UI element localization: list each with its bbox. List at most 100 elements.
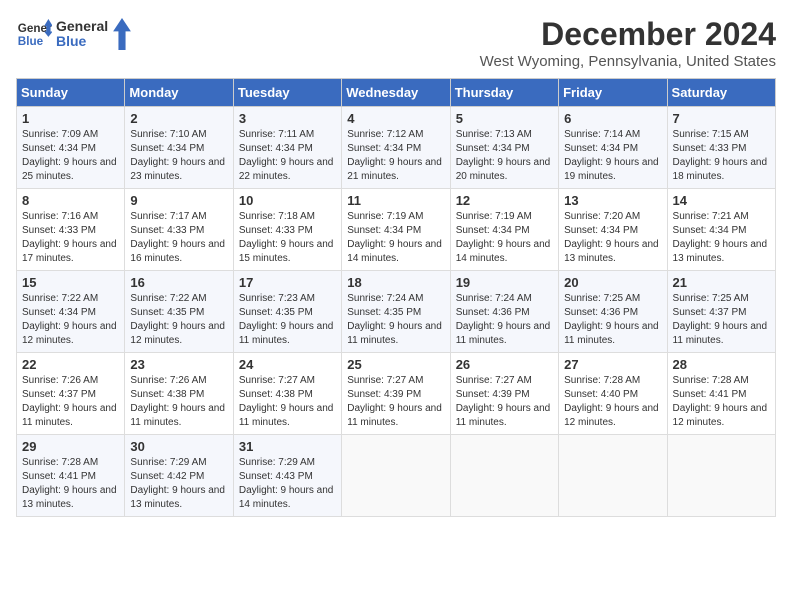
day-number: 26 — [456, 357, 553, 372]
day-cell: 22 Sunrise: 7:26 AM Sunset: 4:37 PM Dayl… — [17, 353, 125, 435]
day-cell: 24 Sunrise: 7:27 AM Sunset: 4:38 PM Dayl… — [233, 353, 341, 435]
day-cell: 27 Sunrise: 7:28 AM Sunset: 4:40 PM Dayl… — [559, 353, 667, 435]
day-content: Sunrise: 7:27 AM Sunset: 4:39 PM Dayligh… — [456, 374, 553, 430]
day-number: 16 — [130, 275, 227, 290]
day-content: Sunrise: 7:16 AM Sunset: 4:33 PM Dayligh… — [22, 210, 119, 266]
day-content: Sunrise: 7:09 AM Sunset: 4:34 PM Dayligh… — [22, 128, 119, 184]
day-number: 17 — [239, 275, 336, 290]
day-content: Sunrise: 7:23 AM Sunset: 4:35 PM Dayligh… — [239, 292, 336, 348]
day-cell: 15 Sunrise: 7:22 AM Sunset: 4:34 PM Dayl… — [17, 271, 125, 353]
day-number: 29 — [22, 439, 119, 454]
day-number: 11 — [347, 193, 444, 208]
day-number: 5 — [456, 111, 553, 126]
day-cell: 31 Sunrise: 7:29 AM Sunset: 4:43 PM Dayl… — [233, 435, 341, 517]
day-number: 22 — [22, 357, 119, 372]
week-row-2: 8 Sunrise: 7:16 AM Sunset: 4:33 PM Dayli… — [17, 189, 776, 271]
day-content: Sunrise: 7:20 AM Sunset: 4:34 PM Dayligh… — [564, 210, 661, 266]
column-header-friday: Friday — [559, 79, 667, 107]
day-cell: 18 Sunrise: 7:24 AM Sunset: 4:35 PM Dayl… — [342, 271, 450, 353]
column-header-sunday: Sunday — [17, 79, 125, 107]
day-cell — [559, 435, 667, 517]
day-cell: 21 Sunrise: 7:25 AM Sunset: 4:37 PM Dayl… — [667, 271, 775, 353]
week-row-4: 22 Sunrise: 7:26 AM Sunset: 4:37 PM Dayl… — [17, 353, 776, 435]
day-content: Sunrise: 7:29 AM Sunset: 4:43 PM Dayligh… — [239, 456, 336, 512]
day-cell: 25 Sunrise: 7:27 AM Sunset: 4:39 PM Dayl… — [342, 353, 450, 435]
logo-general: General — [56, 19, 108, 34]
day-content: Sunrise: 7:19 AM Sunset: 4:34 PM Dayligh… — [347, 210, 444, 266]
day-content: Sunrise: 7:14 AM Sunset: 4:34 PM Dayligh… — [564, 128, 661, 184]
day-cell: 20 Sunrise: 7:25 AM Sunset: 4:36 PM Dayl… — [559, 271, 667, 353]
day-content: Sunrise: 7:28 AM Sunset: 4:41 PM Dayligh… — [22, 456, 119, 512]
day-cell — [342, 435, 450, 517]
day-content: Sunrise: 7:29 AM Sunset: 4:42 PM Dayligh… — [130, 456, 227, 512]
day-content: Sunrise: 7:25 AM Sunset: 4:37 PM Dayligh… — [673, 292, 770, 348]
day-content: Sunrise: 7:22 AM Sunset: 4:35 PM Dayligh… — [130, 292, 227, 348]
day-number: 3 — [239, 111, 336, 126]
column-header-thursday: Thursday — [450, 79, 558, 107]
day-number: 13 — [564, 193, 661, 208]
day-cell: 12 Sunrise: 7:19 AM Sunset: 4:34 PM Dayl… — [450, 189, 558, 271]
day-content: Sunrise: 7:22 AM Sunset: 4:34 PM Dayligh… — [22, 292, 119, 348]
day-cell: 3 Sunrise: 7:11 AM Sunset: 4:34 PM Dayli… — [233, 107, 341, 189]
logo-icon: General Blue — [16, 16, 52, 52]
day-cell: 19 Sunrise: 7:24 AM Sunset: 4:36 PM Dayl… — [450, 271, 558, 353]
day-number: 15 — [22, 275, 119, 290]
day-cell: 5 Sunrise: 7:13 AM Sunset: 4:34 PM Dayli… — [450, 107, 558, 189]
day-cell: 1 Sunrise: 7:09 AM Sunset: 4:34 PM Dayli… — [17, 107, 125, 189]
day-content: Sunrise: 7:28 AM Sunset: 4:40 PM Dayligh… — [564, 374, 661, 430]
day-content: Sunrise: 7:19 AM Sunset: 4:34 PM Dayligh… — [456, 210, 553, 266]
week-row-1: 1 Sunrise: 7:09 AM Sunset: 4:34 PM Dayli… — [17, 107, 776, 189]
day-number: 10 — [239, 193, 336, 208]
svg-text:Blue: Blue — [18, 35, 44, 48]
logo-blue: Blue — [56, 34, 108, 49]
day-content: Sunrise: 7:27 AM Sunset: 4:38 PM Dayligh… — [239, 374, 336, 430]
day-cell: 11 Sunrise: 7:19 AM Sunset: 4:34 PM Dayl… — [342, 189, 450, 271]
day-number: 30 — [130, 439, 227, 454]
day-cell: 30 Sunrise: 7:29 AM Sunset: 4:42 PM Dayl… — [125, 435, 233, 517]
day-number: 24 — [239, 357, 336, 372]
day-number: 4 — [347, 111, 444, 126]
day-cell: 26 Sunrise: 7:27 AM Sunset: 4:39 PM Dayl… — [450, 353, 558, 435]
column-header-monday: Monday — [125, 79, 233, 107]
month-title: December 2024 — [480, 16, 776, 53]
day-cell: 17 Sunrise: 7:23 AM Sunset: 4:35 PM Dayl… — [233, 271, 341, 353]
logo: General Blue General Blue — [16, 16, 132, 52]
day-number: 14 — [673, 193, 770, 208]
day-number: 20 — [564, 275, 661, 290]
day-cell: 10 Sunrise: 7:18 AM Sunset: 4:33 PM Dayl… — [233, 189, 341, 271]
day-content: Sunrise: 7:27 AM Sunset: 4:39 PM Dayligh… — [347, 374, 444, 430]
calendar-table: SundayMondayTuesdayWednesdayThursdayFrid… — [16, 78, 776, 517]
day-number: 21 — [673, 275, 770, 290]
day-cell: 23 Sunrise: 7:26 AM Sunset: 4:38 PM Dayl… — [125, 353, 233, 435]
day-content: Sunrise: 7:10 AM Sunset: 4:34 PM Dayligh… — [130, 128, 227, 184]
day-number: 1 — [22, 111, 119, 126]
day-content: Sunrise: 7:15 AM Sunset: 4:33 PM Dayligh… — [673, 128, 770, 184]
day-content: Sunrise: 7:18 AM Sunset: 4:33 PM Dayligh… — [239, 210, 336, 266]
day-content: Sunrise: 7:25 AM Sunset: 4:36 PM Dayligh… — [564, 292, 661, 348]
day-number: 19 — [456, 275, 553, 290]
column-header-wednesday: Wednesday — [342, 79, 450, 107]
week-row-5: 29 Sunrise: 7:28 AM Sunset: 4:41 PM Dayl… — [17, 435, 776, 517]
day-number: 28 — [673, 357, 770, 372]
day-content: Sunrise: 7:12 AM Sunset: 4:34 PM Dayligh… — [347, 128, 444, 184]
day-content: Sunrise: 7:28 AM Sunset: 4:41 PM Dayligh… — [673, 374, 770, 430]
week-row-3: 15 Sunrise: 7:22 AM Sunset: 4:34 PM Dayl… — [17, 271, 776, 353]
day-cell: 4 Sunrise: 7:12 AM Sunset: 4:34 PM Dayli… — [342, 107, 450, 189]
day-content: Sunrise: 7:21 AM Sunset: 4:34 PM Dayligh… — [673, 210, 770, 266]
subtitle: West Wyoming, Pennsylvania, United State… — [480, 53, 776, 70]
day-number: 18 — [347, 275, 444, 290]
day-cell: 13 Sunrise: 7:20 AM Sunset: 4:34 PM Dayl… — [559, 189, 667, 271]
day-content: Sunrise: 7:24 AM Sunset: 4:35 PM Dayligh… — [347, 292, 444, 348]
day-number: 27 — [564, 357, 661, 372]
day-cell — [667, 435, 775, 517]
day-content: Sunrise: 7:26 AM Sunset: 4:38 PM Dayligh… — [130, 374, 227, 430]
day-cell: 16 Sunrise: 7:22 AM Sunset: 4:35 PM Dayl… — [125, 271, 233, 353]
day-cell: 7 Sunrise: 7:15 AM Sunset: 4:33 PM Dayli… — [667, 107, 775, 189]
day-cell: 8 Sunrise: 7:16 AM Sunset: 4:33 PM Dayli… — [17, 189, 125, 271]
day-number: 31 — [239, 439, 336, 454]
day-number: 6 — [564, 111, 661, 126]
day-content: Sunrise: 7:11 AM Sunset: 4:34 PM Dayligh… — [239, 128, 336, 184]
day-number: 12 — [456, 193, 553, 208]
day-number: 7 — [673, 111, 770, 126]
day-content: Sunrise: 7:26 AM Sunset: 4:37 PM Dayligh… — [22, 374, 119, 430]
